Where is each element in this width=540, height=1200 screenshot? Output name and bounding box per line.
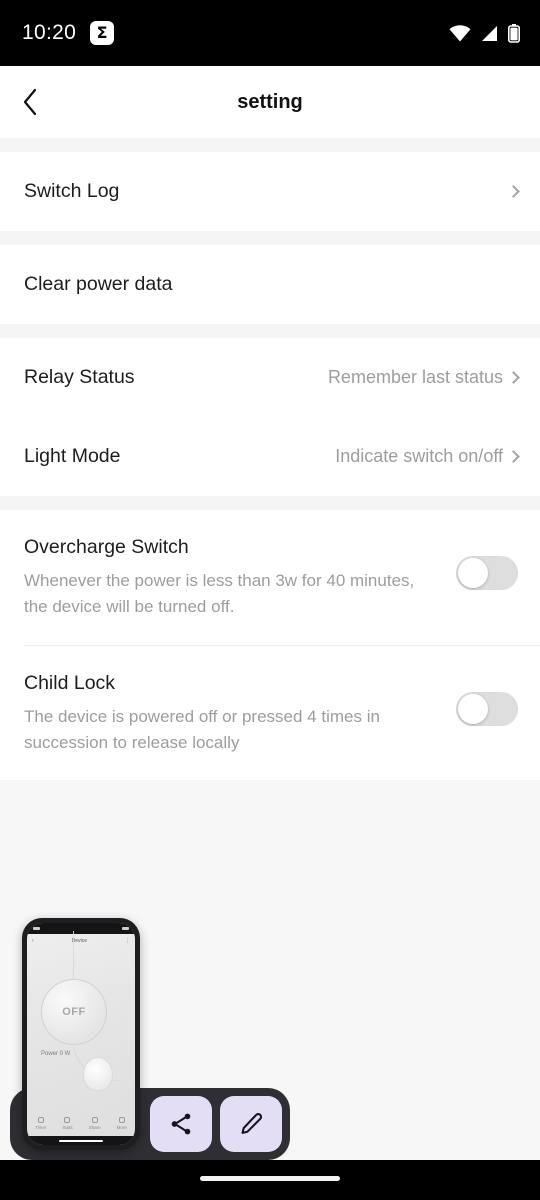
row-overcharge-switch[interactable]: Overcharge Switch Whenever the power is …: [0, 510, 540, 645]
pencil-edit-icon: [241, 1113, 263, 1134]
thumbnail-nav-bar: [27, 1136, 135, 1145]
thumbnail-tab: More: [116, 1116, 127, 1130]
toggle-child-lock[interactable]: [456, 691, 518, 726]
row-label: Light Mode: [24, 445, 121, 467]
section-toggles: Overcharge Switch Whenever the power is …: [0, 510, 540, 781]
back-chevron-icon: [23, 88, 37, 116]
section-switch-log: Switch Log: [0, 152, 540, 231]
row-description: Whenever the power is less than 3w for 4…: [24, 571, 415, 617]
tab-icon: [118, 1116, 125, 1123]
tab-label: More: [116, 1124, 127, 1130]
row-switch-log[interactable]: Switch Log: [0, 152, 540, 231]
thumbnail-tab: Stats: [62, 1116, 73, 1130]
row-title: Child Lock: [24, 671, 116, 694]
row-label: Switch Log: [24, 180, 120, 202]
battery-icon: [508, 23, 520, 43]
tab-label: Stats: [62, 1124, 73, 1130]
tab-icon: [91, 1116, 98, 1123]
thumbnail-tab: Timer: [35, 1116, 47, 1130]
status-bar-left: 10:20 Σ: [22, 21, 115, 45]
app-header: setting: [0, 66, 540, 138]
toggle-overcharge-switch[interactable]: [456, 556, 518, 590]
thumbnail-bulb-graphic: [83, 1057, 113, 1091]
chevron-right-icon: [507, 370, 520, 384]
tab-label: Timer: [35, 1124, 47, 1130]
row-child-lock[interactable]: Child Lock The device is powered off or …: [0, 645, 540, 781]
thumbnail-power-knob: OFF: [41, 979, 107, 1045]
section-divider: [0, 231, 540, 245]
share-button[interactable]: [150, 1096, 212, 1152]
screenshot-preview-overlay: ‹ Device ⋮ OFF Power 0 W Timer Stats Sha…: [0, 890, 300, 1160]
share-icon: [171, 1113, 191, 1135]
thumbnail-back-icon: ‹: [32, 937, 34, 944]
status-bar-clock: 10:20: [22, 21, 77, 44]
page-title: setting: [237, 90, 303, 113]
status-bar-right: [449, 23, 520, 43]
screenshot-actions: [150, 1096, 282, 1152]
section-divider: [0, 324, 540, 338]
back-button[interactable]: [0, 66, 60, 138]
tab-label: Share: [88, 1124, 101, 1130]
cellular-signal-icon: [482, 25, 497, 41]
row-value: Remember last status: [327, 367, 503, 387]
sigma-icon: Σ: [90, 21, 115, 45]
section-relay-light: Relay Status Remember last status Light …: [0, 338, 540, 496]
thumbnail-status-right: [122, 927, 129, 930]
wifi-icon: [449, 24, 471, 41]
system-nav-bar: [0, 1160, 540, 1200]
edit-button[interactable]: [220, 1096, 282, 1152]
section-divider: [0, 496, 540, 510]
row-text-block: Overcharge Switch Whenever the power is …: [24, 536, 424, 621]
row-accessory: Indicate switch on/off: [335, 446, 520, 467]
row-label: Clear power data: [24, 273, 173, 295]
chevron-right-icon: [507, 449, 520, 463]
phone-screen: 10:20 Σ setting Switch Log Clear power d…: [0, 0, 540, 1200]
thumbnail-menu-icon: ⋮: [125, 937, 130, 944]
tab-icon: [64, 1116, 71, 1123]
screenshot-thumbnail[interactable]: ‹ Device ⋮ OFF Power 0 W Timer Stats Sha…: [22, 918, 140, 1150]
row-description: The device is powered off or pressed 4 t…: [24, 706, 380, 753]
row-accessory: Remember last status: [327, 367, 520, 388]
thumbnail-power-label: Power 0 W: [41, 1051, 71, 1057]
row-clear-power-data[interactable]: Clear power data: [0, 245, 540, 324]
home-gesture-pill[interactable]: [200, 1176, 340, 1181]
tab-icon: [37, 1116, 44, 1123]
row-label: Relay Status: [24, 366, 135, 388]
row-light-mode[interactable]: Light Mode Indicate switch on/off: [0, 417, 540, 496]
row-relay-status[interactable]: Relay Status Remember last status: [0, 338, 540, 417]
thumbnail-tab: Share: [88, 1116, 101, 1130]
row-text-block: Child Lock The device is powered off or …: [24, 672, 424, 757]
section-clear-power-data: Clear power data: [0, 245, 540, 324]
thumbnail-status-left: [33, 927, 40, 930]
row-accessory: [507, 184, 520, 198]
toggle-knob: [458, 693, 488, 724]
thumbnail-gesture-pill: [59, 1139, 103, 1142]
row-value: Indicate switch on/off: [335, 446, 503, 466]
section-divider: [0, 138, 540, 152]
row-title: Overcharge Switch: [24, 536, 189, 558]
toggle-knob: [458, 558, 488, 588]
thumbnail-tab-bar: Timer Stats Share More: [27, 1111, 135, 1135]
thumbnail-content: ‹ Device ⋮ OFF Power 0 W Timer Stats Sha…: [27, 923, 135, 1145]
status-bar: 10:20 Σ: [0, 0, 540, 66]
chevron-right-icon: [507, 184, 520, 198]
